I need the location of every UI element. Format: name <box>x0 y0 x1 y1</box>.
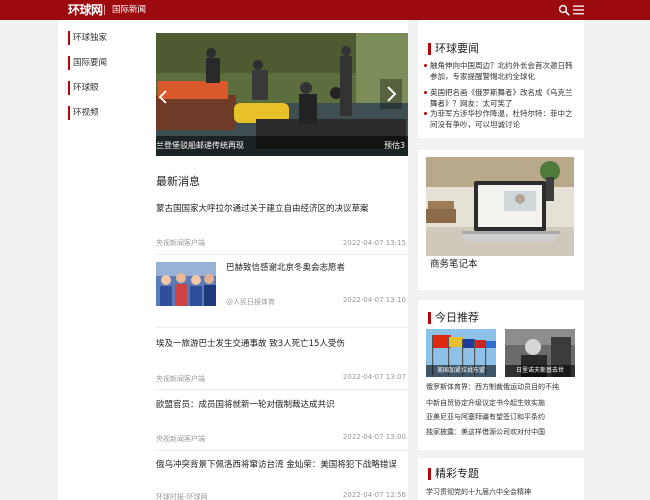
news-source: 央视新闻客户端 <box>156 239 205 247</box>
news-time: 2022-04-07 13:10 <box>342 296 406 304</box>
news-divider <box>156 389 408 390</box>
recommend-item[interactable]: 亚美尼亚与阿塞拜疆有望签订和平条约 <box>426 412 578 422</box>
logo-divider <box>104 5 105 15</box>
news-divider <box>156 327 408 328</box>
recommend-item[interactable]: 俄罗斯体育界：西方制裁俄运动员目的不纯 <box>426 382 578 392</box>
news-headline[interactable]: 俄乌冲突背景下佩洛西将窜访台湾 金灿荣：美国将犯下战略错误 <box>156 459 408 471</box>
hot-news-panel: 环球要闻 触角伸向中国周边？北约外长会首次邀日韩参加，专家提醒警惕北约全球化 英… <box>418 20 584 138</box>
hot-news-item[interactable]: 为菲军方涉华抄作降温，杜特尔特：菲中之间没有争吵，可以坦诚讨论 <box>424 108 578 130</box>
recommend-panel: 今日推荐 美国加紧拉拢东盟 日里诺夫斯基去世 俄罗斯体育界：西方制裁俄运动员目的… <box>418 300 584 450</box>
special-title: 精彩专题 <box>428 468 479 480</box>
recommend-image[interactable]: 美国加紧拉拢东盟 <box>426 329 496 377</box>
left-nav: 环球独家 国际要闻 环球眼 环视频 <box>58 20 146 500</box>
news-time: 2022-04-07 13:00 <box>342 433 406 441</box>
news-item[interactable]: 欧盟官员：成员国将就新一轮对俄制裁达成共识 央视新闻客户端 2022-04-07… <box>156 399 408 451</box>
volunteers-photo <box>156 262 216 306</box>
hot-news-item[interactable]: 英国把名画《俄罗斯舞者》改名成《乌克兰舞者》？网友：太可笑了 <box>424 87 578 109</box>
news-source: 央视新闻客户端 <box>156 435 205 443</box>
news-headline[interactable]: 埃及一旅游巴士发生交通事故 致3人死亡15人受伤 <box>156 338 408 350</box>
news-divider <box>156 450 408 451</box>
slider-caption-bar: 兰登堡驳船邮递传统再现 预估3 <box>156 136 408 156</box>
nav-item-exclusive[interactable]: 环球独家 <box>68 31 138 45</box>
recommend-item[interactable]: 中新自贸协定升级议定书今起生效实施 <box>426 398 578 408</box>
recommend-image-caption: 美国加紧拉拢东盟 <box>426 365 496 377</box>
slider-prev-arrow[interactable] <box>158 89 168 105</box>
slider-next-caption[interactable]: 预估3 <box>384 136 408 156</box>
news-headline[interactable]: 欧盟官员：成员国将就新一轮对俄制裁达成共识 <box>156 399 408 411</box>
promo-card[interactable]: 商务笔记本 <box>418 150 584 290</box>
news-item[interactable]: 巴赫致信感谢北京冬奥会志愿者 @人民日报体育 2022-04-07 13:10 <box>156 262 408 328</box>
slider-next-arrow[interactable] <box>380 79 402 109</box>
nav-item-video[interactable]: 环视频 <box>68 106 138 120</box>
news-thumbnail[interactable] <box>156 262 216 306</box>
news-source: 环球时报-环球网 <box>156 493 208 500</box>
hot-news-title: 环球要闻 <box>428 43 479 55</box>
top-bar: 环球网 国际新闻 <box>0 0 650 20</box>
recommend-image-caption: 日里诺夫斯基去世 <box>505 365 575 377</box>
news-time: 2022-04-07 13:07 <box>342 373 406 381</box>
news-item[interactable]: 蒙古国国家大呼拉尔通过关于建立自由经济区的决议草案 央视新闻客户端 2022-0… <box>156 203 408 255</box>
news-time: 2022-04-07 12:56 <box>342 491 406 499</box>
news-time: 2022-04-07 13:15 <box>342 239 406 247</box>
photo-slider[interactable]: 兰登堡驳船邮递传统再现 预估3 <box>156 33 408 156</box>
recommend-title: 今日推荐 <box>428 312 479 324</box>
special-panel: 精彩专题 学习贯彻党的十九届六中全会精神 <box>418 458 584 500</box>
news-headline[interactable]: 蒙古国国家大呼拉尔通过关于建立自由经济区的决议草案 <box>156 203 408 215</box>
search-icon[interactable] <box>558 4 570 16</box>
menu-icon[interactable] <box>573 5 584 15</box>
special-item[interactable]: 学习贯彻党的十九届六中全会精神 <box>426 487 578 497</box>
promo-image[interactable] <box>426 157 574 256</box>
news-divider <box>156 254 408 255</box>
news-item[interactable]: 埃及一旅游巴士发生交通事故 致3人死亡15人受伤 央视新闻客户端 2022-04… <box>156 338 408 390</box>
site-logo[interactable]: 环球网 <box>68 2 103 18</box>
nav-item-global-eye[interactable]: 环球眼 <box>68 81 138 95</box>
channel-title[interactable]: 国际新闻 <box>112 4 146 16</box>
recommend-item[interactable]: 独家披露：美这样借源公司欢对付中国 <box>426 427 578 437</box>
slider-caption[interactable]: 兰登堡驳船邮递传统再现 <box>156 136 244 156</box>
latest-news-title: 最新消息 <box>156 175 200 188</box>
main-column: 兰登堡驳船邮递传统再现 预估3 最新消息 蒙古国国家大呼拉尔通过关于建立自由经济… <box>146 20 408 500</box>
news-item[interactable]: 俄乌冲突背景下佩洛西将窜访台湾 金灿荣：美国将犯下战略错误 环球时报-环球网 2… <box>156 459 408 500</box>
hot-news-item[interactable]: 触角伸向中国周边？北约外长会首次邀日韩参加，专家提醒警惕北约全球化 <box>424 60 578 82</box>
nav-item-international[interactable]: 国际要闻 <box>68 56 138 70</box>
news-headline[interactable]: 巴赫致信感谢北京冬奥会志愿者 <box>226 262 408 274</box>
recommend-image[interactable]: 日里诺夫斯基去世 <box>505 329 575 377</box>
promo-caption[interactable]: 商务笔记本 <box>426 256 574 273</box>
laptop-photo <box>426 157 574 256</box>
news-source: 央视新闻客户端 <box>156 375 205 383</box>
news-source: @人民日报体育 <box>226 298 275 306</box>
